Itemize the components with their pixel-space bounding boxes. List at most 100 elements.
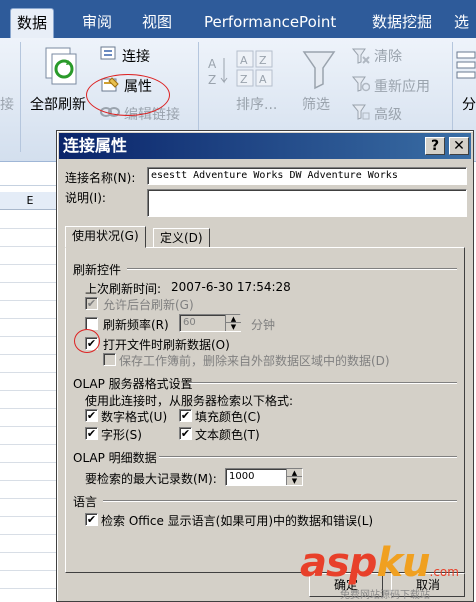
help-button[interactable]: ?	[425, 137, 445, 155]
watermark-brand-a: asp	[300, 540, 377, 586]
tab-definition[interactable]: 定义(D)	[153, 228, 210, 248]
tab-review[interactable]: 审阅	[76, 8, 118, 38]
tab-data-mining[interactable]: 数据挖掘	[366, 8, 438, 38]
svg-text:A: A	[208, 57, 217, 71]
connections-button[interactable]: 连接	[122, 46, 150, 66]
text-color-checkbox[interactable]: ✔	[179, 427, 192, 440]
grid-row	[0, 444, 60, 445]
connections-icon	[100, 46, 118, 65]
grid-row	[0, 336, 60, 337]
annotation-circle	[74, 329, 100, 353]
refresh-all-button[interactable]: 全部刷新	[30, 94, 86, 114]
fill-color-label: 填充颜色(C)	[195, 410, 261, 424]
olap-format-section-title: OLAP 服务器格式设置	[73, 377, 193, 391]
grid-row	[0, 300, 60, 301]
watermark-logo: aspku.com	[300, 540, 459, 586]
grid-row	[0, 390, 60, 391]
ribbon-tab-strip: 数据 审阅 视图 PerformancePoint 数据挖掘 选	[0, 0, 476, 38]
formula-bar	[0, 166, 60, 186]
language-section-title: 语言	[73, 495, 98, 509]
grid-row	[0, 426, 60, 427]
max-records-spin-buttons[interactable]: ▲ ▼	[286, 469, 302, 485]
background-refresh-checkbox[interactable]: ✔	[85, 297, 98, 310]
close-icon[interactable]: ✕	[449, 137, 469, 155]
svg-text:Z: Z	[240, 73, 248, 86]
svg-text:A: A	[240, 54, 248, 67]
ribbon-left-partial: 接	[0, 97, 14, 113]
clear-button[interactable]: 清除	[374, 46, 402, 66]
dialog-title: 连接属性	[63, 136, 128, 155]
font-style-checkbox[interactable]: ✔	[85, 427, 98, 440]
minutes-unit-label: 分钟	[251, 318, 276, 332]
grid-row	[0, 372, 60, 373]
background-refresh-label: 允许后台刷新(G)	[103, 298, 194, 312]
section-divider	[189, 382, 457, 384]
grid-row	[0, 246, 60, 247]
grid-row	[0, 462, 60, 463]
description-field[interactable]	[147, 189, 467, 217]
clear-filter-icon	[351, 48, 370, 67]
refresh-section-title: 刷新控件	[73, 263, 122, 277]
number-format-checkbox[interactable]: ✔	[85, 409, 98, 422]
minutes-spin-buttons[interactable]: ▲ ▼	[225, 315, 241, 331]
olap-format-description: 使用此连接时，从服务器检索以下格式:	[85, 394, 294, 408]
remove-data-label: 保存工作簿前，删除来自外部数据区域中的数据(D)	[119, 354, 390, 368]
tab-usage[interactable]: 使用状况(G)	[65, 226, 146, 248]
filter-button[interactable]: 筛选	[302, 94, 330, 114]
sort-az-icon[interactable]: AZ	[206, 54, 228, 91]
refresh-all-icon[interactable]	[44, 46, 80, 88]
refresh-on-open-label: 打开文件时刷新数据(O)	[103, 338, 230, 352]
number-format-label: 数字格式(U)	[101, 410, 168, 424]
grid-row	[0, 354, 60, 355]
remove-data-checkbox[interactable]	[103, 353, 116, 366]
olap-drill-section-title: OLAP 明细数据	[73, 451, 157, 465]
text-color-label: 文本颜色(T)	[195, 428, 260, 442]
reapply-icon	[351, 76, 371, 95]
connection-name-label: 连接名称(N):	[65, 171, 136, 185]
font-style-label: 字形(S)	[101, 428, 142, 442]
description-label: 说明(I):	[65, 191, 106, 205]
last-refresh-value: 2007-6-30 17:54:28	[171, 280, 291, 294]
tab-partial[interactable]: 选	[448, 8, 475, 38]
section-divider	[127, 268, 457, 270]
max-records-label: 要检索的最大记录数(M):	[85, 472, 217, 486]
tab-performancepoint[interactable]: PerformancePoint	[198, 8, 342, 38]
section-divider	[159, 456, 457, 458]
grid-row	[0, 318, 60, 319]
grid-row	[0, 534, 60, 535]
watermark-subtitle: 免费网站源码下载站	[340, 590, 430, 601]
grid-row	[0, 480, 60, 481]
ribbon-right-partial: 分	[462, 97, 476, 113]
tab-data[interactable]: 数据	[10, 8, 55, 38]
tab-view[interactable]: 视图	[136, 8, 178, 38]
dialog-titlebar[interactable]: 连接属性 ? ✕	[59, 133, 471, 159]
watermark-brand-b: ku	[376, 540, 430, 586]
svg-text:A: A	[259, 73, 267, 86]
reapply-button[interactable]: 重新应用	[374, 76, 430, 96]
refresh-every-label: 刷新频率(R)	[103, 318, 169, 332]
language-option-label: 检索 Office 显示语言(如果可用)中的数据和错误(L)	[101, 514, 374, 528]
grid-row	[0, 588, 60, 589]
language-checkbox[interactable]: ✔	[85, 513, 98, 526]
connection-name-field[interactable]: esestt Adventure Works DW Adventure Work…	[147, 167, 467, 185]
svg-text:Z: Z	[208, 73, 216, 87]
sort-dialog-icon[interactable]: AZZA	[236, 50, 276, 93]
svg-text:Z: Z	[259, 54, 267, 67]
grid-row	[0, 516, 60, 517]
sort-button[interactable]: 排序...	[236, 94, 277, 114]
grid-row	[0, 264, 60, 265]
grid-row	[0, 498, 60, 499]
fill-color-checkbox[interactable]: ✔	[179, 409, 192, 422]
grid-row	[0, 570, 60, 571]
subtotal-icon	[456, 50, 476, 93]
grid-row	[0, 282, 60, 283]
grid-row	[0, 552, 60, 553]
advanced-filter-icon	[351, 104, 370, 123]
filter-funnel-icon[interactable]	[302, 50, 336, 93]
last-refresh-label: 上次刷新时间:	[85, 282, 162, 296]
column-header-e[interactable]: E	[0, 192, 60, 210]
connection-properties-dialog: 连接属性 ? ✕ 连接名称(N): esestt Adventure Works…	[56, 130, 474, 602]
advanced-button[interactable]: 高级	[374, 104, 402, 124]
section-divider	[103, 500, 457, 502]
watermark-brand-c: .com	[429, 565, 459, 579]
